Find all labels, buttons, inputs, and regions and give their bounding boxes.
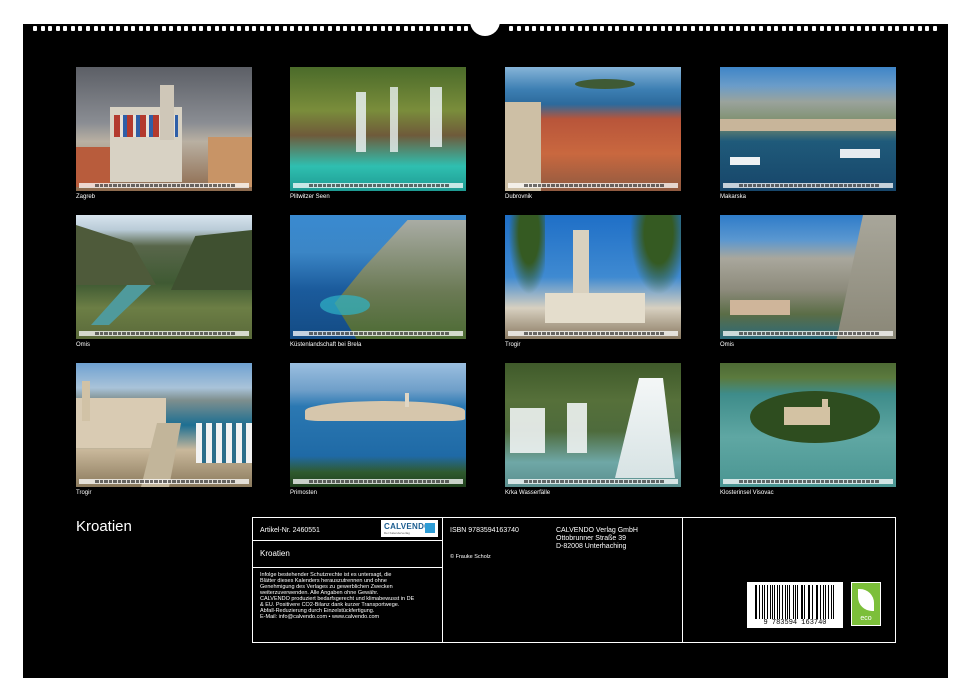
publisher-line: Ottobrunner Straße 39 [556, 535, 627, 542]
caption: Plitwitzer Seen [290, 194, 330, 200]
caption: Krka Wasserfälle [505, 490, 551, 496]
caption: Dubrovnik [505, 194, 533, 200]
caption: Omis [76, 342, 90, 348]
legal-line: E-Mail: info@calvendo.com • www.calvendo… [260, 614, 380, 620]
info-title: Kroatien [260, 549, 290, 558]
info-box: Artikel-Nr. 2460551 CALVENDO Der Kalende… [252, 517, 896, 643]
caption: Makarska [720, 194, 747, 200]
caption: Primosten [290, 490, 318, 496]
article-number: Artikel-Nr. 2460551 [260, 527, 320, 534]
photo-omis-2 [720, 215, 896, 339]
photo-dubrovnik [505, 67, 681, 191]
caption: Küstenlandschaft bei Brela [290, 342, 362, 348]
caption: Trogir [505, 342, 521, 348]
barcode: 9 783594 163740 [747, 582, 843, 628]
barcode-number: 9 783594 163740 [763, 619, 827, 627]
photo-plitwitzer-seen [290, 67, 466, 191]
calvendo-logo: CALVENDO Der Kalenderverlag [381, 520, 438, 537]
calendar-title: Kroatien [76, 518, 132, 535]
photo-trogir-1 [505, 215, 681, 339]
photo-kuestenlandschaft-brela [290, 215, 466, 339]
caption: Klosterinsel Visovac [720, 490, 774, 496]
photo-trogir-2 [76, 363, 252, 487]
photo-primosten [290, 363, 466, 487]
photo-krka-wasserfaelle [505, 363, 681, 487]
photo-zagreb [76, 67, 252, 191]
copyright: © Frauke Scholz [450, 554, 491, 560]
eco-badge: eco [851, 582, 881, 626]
caption: Zagreb [76, 194, 96, 200]
publisher-line: CALVENDO Verlag GmbH [556, 527, 638, 534]
caption: Trogir [76, 490, 92, 496]
photo-klosterinsel-visovac [720, 363, 896, 487]
photo-omis-1 [76, 215, 252, 339]
leaf-icon [858, 589, 874, 611]
caption: Omis [720, 342, 734, 348]
photo-makarska [720, 67, 896, 191]
publisher-line: D-82008 Unterhaching [556, 543, 627, 550]
isbn: ISBN 9783594163740 [450, 527, 519, 534]
